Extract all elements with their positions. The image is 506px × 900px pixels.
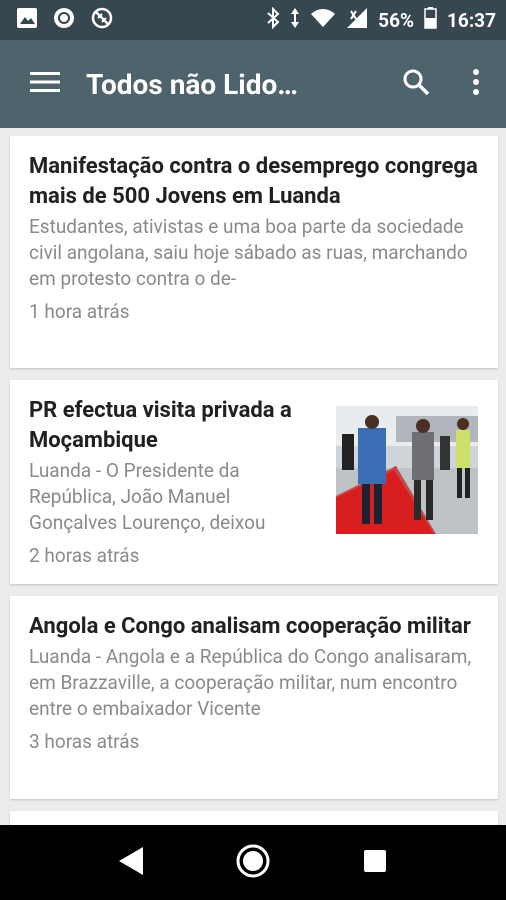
recents-button[interactable] — [345, 833, 405, 893]
more-vertical-icon — [472, 68, 480, 100]
article-time: 3 horas atrás — [29, 730, 140, 753]
article-thumbnail — [336, 406, 478, 534]
back-triangle-icon — [117, 846, 145, 880]
article-time: 2 horas atrás — [29, 544, 140, 567]
bluetooth-icon — [266, 6, 280, 33]
battery-icon — [424, 7, 437, 33]
status-bar: 56% 16:37 — [0, 0, 506, 40]
no-sync-icon — [90, 6, 114, 34]
cell-signal-icon — [346, 7, 368, 33]
battery-percent: 56% — [378, 8, 415, 32]
article-card[interactable] — [10, 811, 498, 825]
clock: 16:37 — [447, 8, 496, 32]
search-button[interactable] — [386, 40, 446, 128]
hamburger-menu-icon — [30, 71, 60, 97]
back-button[interactable] — [101, 833, 161, 893]
overflow-menu-button[interactable] — [446, 40, 506, 128]
menu-button[interactable] — [0, 40, 90, 128]
system-navigation-bar — [0, 825, 506, 900]
article-snippet: Luanda - Angola e a República do Congo a… — [29, 645, 472, 720]
article-snippet: Luanda - O Presidente da República, João… — [29, 459, 266, 534]
article-time: 1 hora atrás — [29, 300, 130, 323]
article-card[interactable]: Angola e Congo analisam cooperação milit… — [10, 596, 498, 799]
recents-square-icon — [363, 849, 387, 877]
search-icon — [402, 68, 430, 100]
wifi-icon — [310, 8, 336, 32]
article-snippet: Estudantes, ativistas e uma boa parte da… — [29, 215, 468, 290]
article-list: Manifestação contra o desemprego congreg… — [0, 128, 506, 825]
data-transfer-icon — [290, 7, 300, 33]
home-circle-icon — [235, 843, 271, 883]
page-title: Todos não Lido… — [86, 67, 299, 101]
app-bar: Todos não Lido… — [0, 40, 506, 128]
article-title: Manifestação contra o desemprego congreg… — [29, 154, 478, 209]
article-card[interactable]: Manifestação contra o desemprego congreg… — [10, 136, 498, 368]
article-card[interactable]: PR efectua visita privada a Moçambique L… — [10, 380, 498, 584]
article-title: PR efectua visita privada a Moçambique — [29, 398, 292, 453]
image-notification-icon — [16, 7, 38, 33]
article-title: Angola e Congo analisam cooperação milit… — [29, 614, 471, 639]
circle-notification-icon — [52, 6, 76, 34]
home-button[interactable] — [223, 833, 283, 893]
